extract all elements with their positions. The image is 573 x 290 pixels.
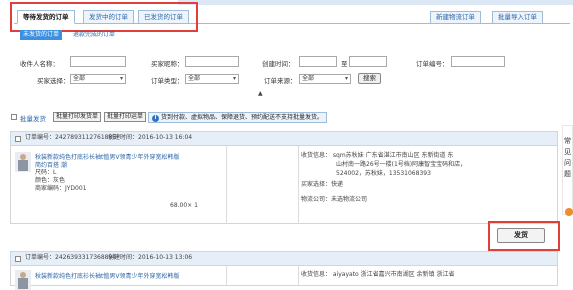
- created-time-label: 创建时间：: [262, 60, 295, 68]
- to-label: 至: [341, 60, 348, 68]
- batch-ship-link[interactable]: 批量发货: [20, 113, 46, 123]
- order-no-value: 2427893112761885: [55, 134, 117, 141]
- price-quantity: 68.00× 1: [170, 202, 198, 209]
- created-label: 创建时间：: [108, 254, 139, 261]
- subtab-refund-complete[interactable]: 退款完成的订单: [73, 30, 115, 40]
- shipping-address-line1: 收货信息： sqm苏秋妹 广东省湛江市南山区 东新街道 东: [301, 152, 454, 159]
- order-no-label: 订单编号：: [416, 60, 449, 68]
- order-header: 订单编号：2427893112761885 创建时间：2016-10-13 16…: [10, 131, 558, 146]
- help-char: 常: [564, 137, 571, 145]
- buyer-nick-label: 买家昵称：: [151, 60, 184, 68]
- info-icon: i: [152, 115, 159, 122]
- recipient-label: 收件人名称：: [20, 60, 59, 68]
- column-divider: [298, 146, 299, 224]
- order-body: 秋装新款纯色打底衫长袖t恤男V领青少年外穿宽松韩版 收货信息： aiyayato…: [10, 266, 558, 290]
- help-badge-icon: [565, 208, 573, 216]
- created-end-input[interactable]: [349, 56, 387, 67]
- product-title-link-line2[interactable]: 简约百搭 潮: [35, 160, 67, 169]
- batch-print-express-button[interactable]: 批量打印运单: [104, 112, 147, 122]
- column-divider: [226, 266, 227, 286]
- help-char: 见: [564, 148, 571, 156]
- subtab-unshipped[interactable]: 未发货的订单: [20, 30, 63, 40]
- help-char: 问: [564, 159, 571, 167]
- created-start-input[interactable]: [299, 56, 337, 67]
- order-no-text: 订单编号：2426393317368894: [25, 254, 116, 263]
- buyer-select-label: 买家选择：: [37, 77, 70, 85]
- order-type-value: 全部: [188, 75, 201, 82]
- buyer-select-value: 全部: [73, 75, 86, 82]
- order-select-checkbox[interactable]: [15, 256, 21, 262]
- batch-import-orders-button[interactable]: 批量导入订单: [492, 11, 543, 24]
- created-label: 创建时间：: [108, 134, 139, 141]
- merchant-code: 商家编码：JYD001: [35, 185, 87, 192]
- tabs-highlight-box: [10, 2, 198, 32]
- help-char: 题: [564, 170, 571, 178]
- order-no-input[interactable]: [451, 56, 505, 67]
- shipping-address-line3: 524002，苏秋妹，13531068393: [336, 170, 431, 177]
- order-source-label: 订单来源：: [264, 77, 297, 85]
- order-source-dropdown[interactable]: 全部: [299, 74, 351, 84]
- product-thumbnail[interactable]: [15, 270, 31, 290]
- batch-print-shipping-button[interactable]: 批量打印发货单: [53, 112, 102, 122]
- column-divider: [298, 266, 299, 286]
- order-created-text: 创建时间：2016-10-13 16:04: [108, 134, 192, 143]
- buyer-select-dropdown[interactable]: 全部: [70, 74, 126, 84]
- order-source-value: 全部: [302, 75, 315, 82]
- shipping-address-line2: 山村南一路26号一楼(1号档)阿康智宝宝码和店，: [336, 161, 467, 168]
- shipping-address-line1: 收货信息： aiyayato 浙江省嘉兴市南湖区 余新镇 浙江省: [301, 271, 455, 278]
- order-select-checkbox[interactable]: [15, 136, 21, 142]
- product-title-link[interactable]: 秋装新款纯色打底衫长袖t恤男V领青少年外穿宽松韩版: [35, 271, 179, 280]
- ship-button[interactable]: 发货: [497, 228, 545, 243]
- search-button[interactable]: 搜索: [358, 73, 381, 84]
- column-divider: [226, 146, 227, 224]
- logistics-company: 物流公司：未选物流公司: [301, 196, 368, 203]
- order-no-value: 2426393317368894: [55, 254, 117, 261]
- order-created-text: 创建时间：2016-10-13 13:06: [108, 254, 192, 263]
- order-type-label: 订单类型：: [151, 77, 184, 85]
- recipient-input[interactable]: [70, 56, 126, 67]
- product-thumbnail[interactable]: [15, 152, 31, 172]
- order-type-dropdown[interactable]: 全部: [185, 74, 239, 84]
- new-logistics-order-button[interactable]: 新建物流订单: [430, 11, 481, 24]
- order-body: 秋装新款纯色打底衫长袖t恤男V领青少年外穿宽松韩版 简约百搭 潮 尺码：L 颜色…: [10, 146, 558, 224]
- order-no-label: 订单编号：: [25, 254, 56, 261]
- created-value: 2016-10-13 16:04: [138, 134, 193, 141]
- batch-notice: i 货到付款、虚拟物品、保障退货、预约配送不支持批量发货。: [148, 112, 328, 123]
- order-header: 订单编号：2426393317368894 创建时间：2016-10-13 13…: [10, 251, 558, 266]
- order-no-label: 订单编号：: [25, 134, 56, 141]
- batch-ship-checkbox[interactable]: [11, 114, 17, 120]
- buyer-nick-input[interactable]: [185, 56, 239, 67]
- buyer-choice: 买家选择：快递: [301, 181, 344, 188]
- order-no-text: 订单编号：2427893112761885: [25, 134, 116, 143]
- created-value: 2016-10-13 13:06: [138, 254, 193, 261]
- collapse-filter-icon[interactable]: ▲: [258, 90, 263, 97]
- help-side-widget[interactable]: 常 见 问 题: [562, 125, 573, 215]
- batch-notice-text: 货到付款、虚拟物品、保障退货、预约配送不支持批量发货。: [161, 114, 324, 121]
- top-banner-strip: [178, 0, 573, 5]
